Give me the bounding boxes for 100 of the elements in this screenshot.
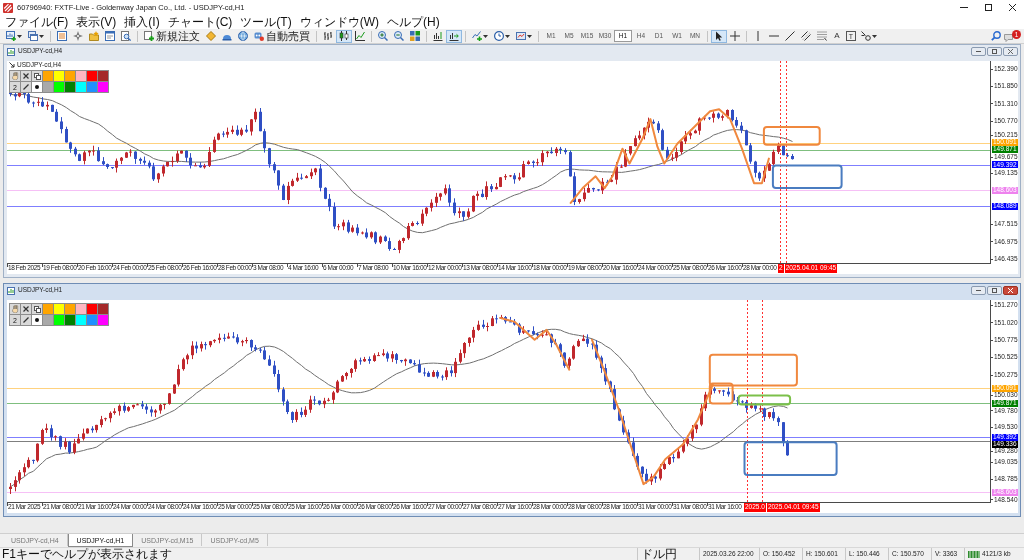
menu-item[interactable]: ツール(T)	[236, 16, 296, 28]
cursor-button[interactable]	[711, 29, 727, 43]
trend-line-icon	[785, 31, 795, 41]
color-swatch-icon[interactable]	[76, 82, 86, 92]
color-swatch-icon[interactable]	[43, 315, 53, 325]
zoom-in-button[interactable]	[375, 29, 391, 43]
copy-tool-button[interactable]	[32, 304, 42, 314]
status-symbol: ドル円	[641, 548, 677, 560]
search-icon	[991, 31, 1001, 41]
color-swatch-icon[interactable]	[65, 304, 75, 314]
color-swatch-icon[interactable]	[43, 304, 53, 314]
tile-windows-button[interactable]	[407, 29, 423, 43]
zoom-out-button[interactable]	[391, 29, 407, 43]
copy-tool-button[interactable]	[32, 71, 42, 81]
candlestick-icon	[339, 31, 349, 41]
minimize-button[interactable]	[971, 286, 986, 295]
zoom-out-icon	[394, 31, 404, 41]
color-swatch-icon[interactable]	[98, 315, 108, 325]
line-chart-button[interactable]	[352, 29, 368, 43]
color-swatch-icon[interactable]	[43, 71, 53, 81]
menu-item[interactable]: ヘルプ(H)	[383, 16, 444, 28]
indicators-button[interactable]	[469, 29, 491, 43]
menu-item[interactable]: ウィンドウ(W)	[295, 16, 383, 28]
windows-icon	[28, 31, 38, 41]
delete-icon	[23, 73, 29, 79]
color-swatch-icon[interactable]	[43, 82, 53, 92]
minimize-button[interactable]	[971, 47, 986, 56]
tile-windows-icon	[410, 31, 420, 41]
dot-tool-button[interactable]	[32, 82, 42, 92]
dot-tool-button[interactable]	[32, 315, 42, 325]
close-icon	[1008, 49, 1013, 54]
chart-window-icon	[7, 47, 15, 56]
new-chart-button[interactable]	[3, 29, 25, 43]
text-tool-button[interactable]: A	[830, 29, 844, 43]
diamond-icon	[206, 31, 216, 41]
data-folder-button[interactable]	[86, 29, 102, 43]
profiles-button[interactable]	[25, 29, 47, 43]
color-swatch-icon[interactable]	[54, 71, 64, 81]
color-swatch-icon[interactable]	[98, 304, 108, 314]
color-swatch-icon[interactable]	[98, 71, 108, 81]
hand-icon	[11, 305, 19, 313]
caret-icon	[527, 34, 532, 38]
window-icon	[105, 31, 115, 41]
minimize-icon	[976, 51, 981, 52]
folder-star-icon	[89, 31, 99, 41]
color-swatch-icon[interactable]	[87, 304, 97, 314]
compass-icon	[73, 31, 83, 41]
color-swatch-icon[interactable]	[98, 82, 108, 92]
new-order-button[interactable]: 新規注文	[141, 29, 203, 43]
color-swatch-icon[interactable]	[65, 82, 75, 92]
copy-icon	[33, 305, 41, 313]
candlestick-button[interactable]	[336, 29, 352, 43]
shapes-button[interactable]	[858, 29, 880, 43]
auto-trading-button[interactable]: 自動売買	[251, 29, 313, 43]
color-swatch-icon[interactable]	[54, 315, 64, 325]
color-swatch-icon[interactable]	[76, 71, 86, 81]
templates-button[interactable]	[513, 29, 535, 43]
color-swatch-icon[interactable]	[76, 315, 86, 325]
color-swatch-icon[interactable]	[87, 71, 97, 81]
pen-tool-button[interactable]	[21, 315, 31, 325]
autoscroll-button[interactable]	[446, 29, 462, 43]
close-button[interactable]	[1003, 286, 1018, 295]
color-swatch-icon[interactable]	[87, 82, 97, 92]
search-button[interactable]	[988, 29, 1004, 43]
caret-icon	[39, 34, 44, 38]
terminal-button[interactable]	[102, 29, 118, 43]
fibonacci-icon	[817, 31, 827, 41]
community-button[interactable]	[235, 29, 251, 43]
color-swatch-icon[interactable]	[76, 304, 86, 314]
color-swatch-icon[interactable]	[65, 71, 75, 81]
color-swatch-icon[interactable]	[54, 304, 64, 314]
menu-item[interactable]: 表示(V)	[72, 16, 121, 28]
zone-rectangle	[771, 164, 843, 190]
copy-icon	[33, 72, 41, 80]
close-icon	[1008, 4, 1016, 11]
delete-tool-button[interactable]	[21, 71, 31, 81]
caret-icon	[505, 34, 510, 38]
zoom-in-icon	[378, 31, 388, 41]
color-swatch-icon[interactable]	[54, 82, 64, 92]
tester-button[interactable]	[118, 29, 134, 43]
template-icon	[516, 31, 526, 41]
color-swatch-icon[interactable]	[87, 315, 97, 325]
maximize-icon	[984, 4, 992, 11]
color-swatch-icon[interactable]	[65, 315, 75, 325]
periods-button[interactable]	[491, 29, 513, 43]
bar-chart-icon	[323, 31, 333, 41]
chart-shift-icon	[433, 31, 443, 41]
cursor-icon	[714, 31, 724, 41]
menu-item[interactable]: チャート(C)	[163, 16, 237, 28]
pen-tool-button[interactable]	[21, 82, 31, 92]
market-watch-button[interactable]	[54, 29, 70, 43]
restore-button[interactable]	[987, 286, 1002, 295]
restore-icon	[992, 288, 997, 293]
restore-button[interactable]	[987, 47, 1002, 56]
globe-icon	[238, 31, 248, 41]
delete-tool-button[interactable]	[21, 304, 31, 314]
menu-item[interactable]: 挿入(I)	[120, 16, 164, 28]
connection-bars-icon	[968, 550, 980, 558]
menu-item[interactable]: ファイル(F)	[1, 16, 73, 28]
channel-icon	[801, 31, 811, 41]
